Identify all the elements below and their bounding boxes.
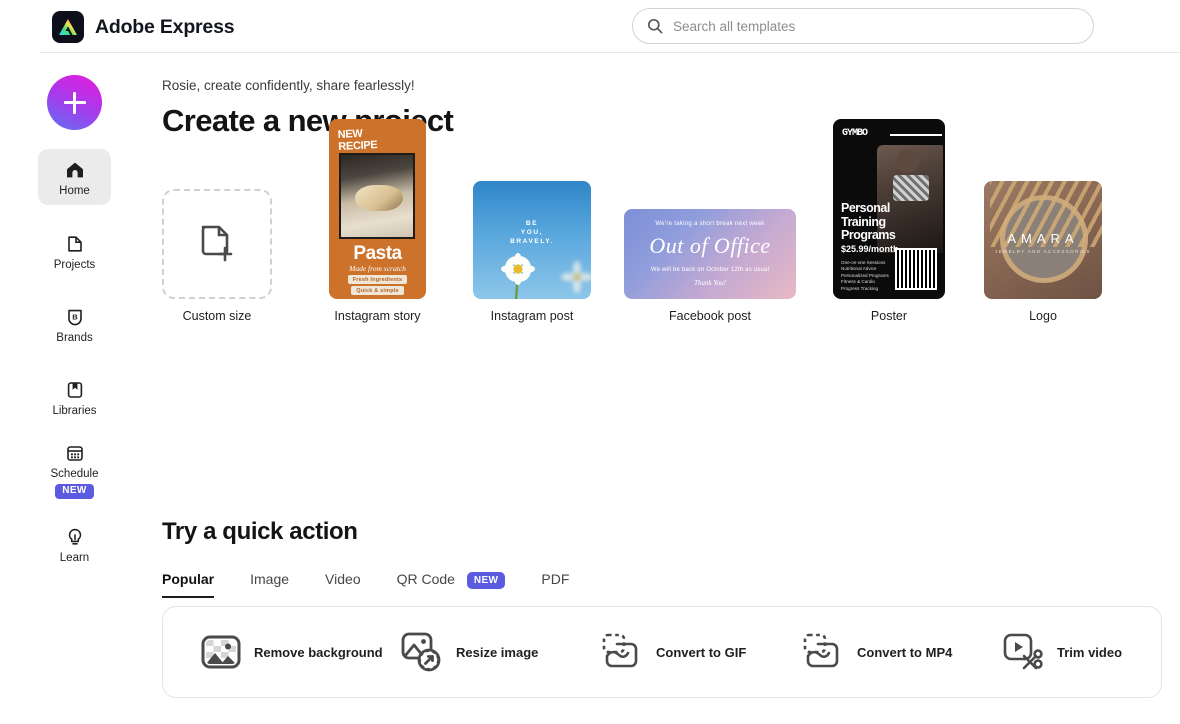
story-tags: Fresh Ingredients Quick & simple bbox=[329, 275, 426, 295]
poster-headline: Personal Training Programs bbox=[841, 201, 896, 242]
sidebar-item-schedule[interactable]: Schedule NEW bbox=[38, 432, 111, 507]
story-subtitle: Made from scratch bbox=[349, 264, 406, 273]
fb-line-1: We're taking a short break next week bbox=[655, 221, 765, 227]
plus-icon bbox=[63, 91, 86, 114]
sidebar: Home Projects B Brands Libraries Schedul… bbox=[0, 53, 140, 724]
template-card-poster[interactable]: GYMBO Personal Training Programs $25.99/… bbox=[833, 119, 945, 323]
quick-action-convert-to-mp4[interactable]: Convert to MP4 bbox=[802, 632, 952, 672]
quick-action-label: Trim video bbox=[1057, 644, 1123, 660]
qr-code-new-badge: NEW bbox=[466, 571, 506, 589]
poster-bullets: One-on-one Sessions Nutritional Advice P… bbox=[841, 260, 889, 291]
template-card-instagram-post[interactable]: BE YOU, BRAVELY. Instagram post bbox=[473, 181, 591, 323]
search-icon bbox=[647, 18, 663, 34]
template-card-instagram-story[interactable]: NEW RECIPE Pasta Made from scratch Fresh … bbox=[329, 119, 426, 323]
app-header: Adobe Express bbox=[0, 0, 1180, 53]
trim-video-icon bbox=[1003, 633, 1043, 670]
instagram-post-thumb: BE YOU, BRAVELY. bbox=[473, 181, 591, 299]
create-new-button[interactable] bbox=[47, 75, 102, 130]
fb-line-2: We will be back on October 12th as usual bbox=[650, 267, 770, 273]
story-new-label: NEW RECIPE bbox=[337, 127, 378, 153]
template-card-label: Facebook post bbox=[669, 309, 751, 323]
sidebar-item-learn[interactable]: Learn bbox=[38, 516, 111, 572]
tab-pdf[interactable]: PDF bbox=[541, 565, 569, 598]
main-content: Rosie, create confidently, share fearles… bbox=[162, 53, 1180, 724]
sidebar-item-label: Schedule bbox=[50, 468, 99, 480]
story-title: Pasta bbox=[353, 243, 402, 264]
quick-action-label: Convert to MP4 bbox=[857, 644, 953, 660]
tab-image[interactable]: Image bbox=[250, 565, 289, 598]
calendar-icon bbox=[64, 442, 86, 464]
brand-name: Adobe Express bbox=[95, 15, 235, 38]
template-card-label: Custom size bbox=[182, 309, 252, 323]
sidebar-item-projects[interactable]: Projects bbox=[38, 223, 111, 279]
poster-qr-code bbox=[895, 248, 937, 290]
template-card-label: Instagram story bbox=[334, 309, 421, 323]
template-card-label: Instagram post bbox=[490, 309, 574, 323]
sidebar-item-home[interactable]: Home bbox=[38, 149, 111, 205]
template-card-facebook-post[interactable]: We're taking a short break next week Out… bbox=[624, 209, 796, 323]
logo-subtitle: JEWELRY AND ACCESSORIES bbox=[995, 249, 1091, 254]
post-quote: BE YOU, BRAVELY. bbox=[510, 220, 554, 245]
sidebar-item-label: Home bbox=[59, 185, 90, 197]
search-input[interactable] bbox=[673, 18, 1079, 34]
daisy-flower bbox=[501, 253, 535, 299]
lightbulb-icon bbox=[64, 526, 86, 548]
story-photo bbox=[339, 153, 415, 239]
document-plus-icon bbox=[201, 225, 233, 262]
template-card-row: Custom size NEW RECIPE Pasta Made from sc… bbox=[162, 119, 1180, 323]
remove-background-icon bbox=[201, 635, 241, 669]
logo-thumb: AMARA JEWELRY AND ACCESSORIES bbox=[984, 181, 1102, 299]
brand-shield-icon: B bbox=[64, 306, 86, 328]
quick-action-panel: Remove background Resize image Convert t… bbox=[162, 606, 1162, 698]
story-tag-1: Fresh Ingredients bbox=[347, 275, 408, 284]
quick-action-title: Try a quick action bbox=[162, 518, 358, 545]
quick-action-tabs: Popular Image Video QR Code NEW PDF bbox=[162, 565, 605, 598]
quick-action-label: Resize image bbox=[456, 644, 539, 660]
story-tag-2: Quick & simple bbox=[351, 286, 404, 295]
greeting-text: Rosie, create confidently, share fearles… bbox=[162, 78, 415, 93]
home-icon bbox=[64, 159, 86, 181]
adobe-express-logo bbox=[52, 11, 84, 43]
sidebar-item-label: Libraries bbox=[52, 405, 97, 417]
facebook-post-thumb: We're taking a short break next week Out… bbox=[624, 209, 796, 299]
convert-shape-icon bbox=[602, 633, 638, 668]
fb-line-3: Thank You! bbox=[694, 279, 726, 287]
poster-brand: GYMBO bbox=[842, 128, 943, 139]
quick-action-convert-to-gif[interactable]: Convert to GIF bbox=[601, 632, 746, 672]
template-card-label: Logo bbox=[1029, 309, 1057, 323]
brand[interactable]: Adobe Express bbox=[52, 11, 235, 43]
custom-size-thumb bbox=[162, 189, 272, 299]
poster-price: $25.99/month bbox=[841, 244, 899, 254]
book-icon bbox=[64, 379, 86, 401]
sidebar-item-label: Brands bbox=[56, 332, 93, 344]
sidebar-item-label: Projects bbox=[53, 259, 96, 271]
logo-wordmark: AMARA bbox=[1007, 231, 1079, 246]
fb-title: Out of Office bbox=[649, 233, 771, 258]
quick-action-label: Remove background bbox=[254, 644, 383, 660]
template-card-label: Poster bbox=[870, 309, 908, 323]
template-card-custom-size[interactable]: Custom size bbox=[162, 189, 272, 323]
schedule-new-badge: NEW bbox=[55, 484, 94, 499]
svg-text:B: B bbox=[72, 313, 78, 322]
tab-qr-code[interactable]: QR Code NEW bbox=[397, 565, 506, 598]
resize-image-icon bbox=[401, 632, 441, 672]
daisy-flower-blurred bbox=[561, 261, 591, 293]
sidebar-item-brands[interactable]: B Brands bbox=[38, 296, 111, 352]
quick-action-resize-image[interactable]: Resize image bbox=[401, 632, 538, 672]
template-card-logo[interactable]: AMARA JEWELRY AND ACCESSORIES Logo bbox=[984, 181, 1102, 323]
instagram-story-thumb: NEW RECIPE Pasta Made from scratch Fresh … bbox=[329, 119, 426, 299]
quick-action-label: Convert to GIF bbox=[656, 644, 747, 660]
search-bar[interactable] bbox=[632, 8, 1094, 44]
convert-shape-icon bbox=[803, 633, 839, 668]
file-icon bbox=[64, 233, 86, 255]
tab-video[interactable]: Video bbox=[325, 565, 361, 598]
quick-action-trim-video[interactable]: Trim video bbox=[1002, 632, 1122, 672]
quick-action-remove-background[interactable]: Remove background bbox=[201, 634, 383, 670]
tab-popular[interactable]: Popular bbox=[162, 565, 215, 598]
poster-thumb: GYMBO Personal Training Programs $25.99/… bbox=[833, 119, 945, 299]
sidebar-item-libraries[interactable]: Libraries bbox=[38, 369, 111, 425]
sidebar-item-label: Learn bbox=[59, 552, 90, 564]
